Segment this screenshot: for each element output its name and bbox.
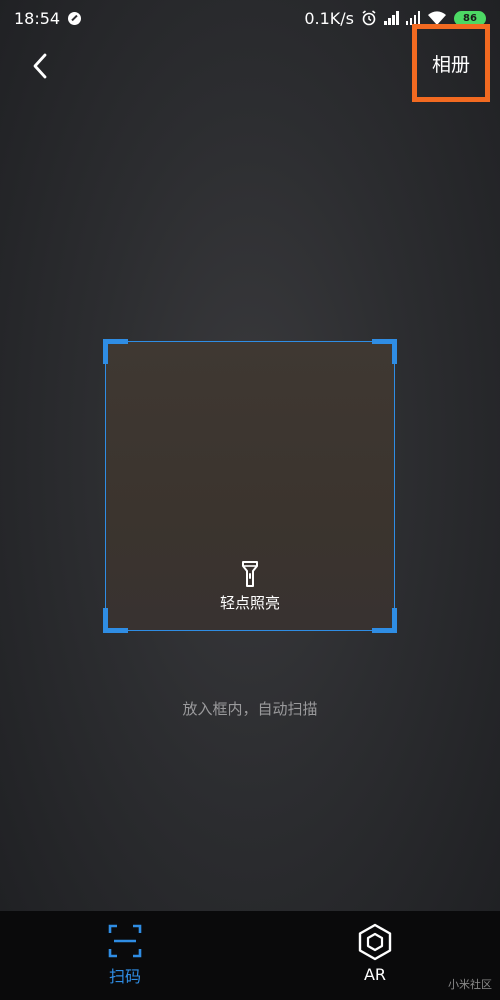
scan-corner-top-left bbox=[103, 339, 128, 364]
album-button[interactable]: 相册 bbox=[417, 29, 485, 97]
scan-hint: 放入框内，自动扫描 bbox=[182, 700, 318, 718]
signal-icon-2 bbox=[405, 11, 420, 25]
flashlight-label: 轻点照亮 bbox=[219, 594, 280, 612]
status-time: 18:54 bbox=[14, 8, 61, 28]
album-label: 相册 bbox=[431, 53, 470, 76]
scan-frame: 轻点照亮 bbox=[103, 339, 397, 633]
battery-level: 86 bbox=[463, 12, 477, 24]
flashlight-icon bbox=[242, 561, 258, 587]
watermark: 小米社区 bbox=[448, 978, 492, 991]
bottom-tab-bar: 扫码 AR bbox=[0, 911, 500, 1000]
flashlight-toggle[interactable]: 轻点照亮 bbox=[106, 560, 394, 613]
do-not-disturb-icon bbox=[68, 11, 82, 25]
tab-scan[interactable]: 扫码 bbox=[65, 923, 185, 987]
tab-scan-label: 扫码 bbox=[108, 967, 141, 986]
status-left: 18:54 bbox=[14, 8, 82, 28]
network-speed: 0.1K/s bbox=[304, 8, 354, 28]
scan-frame-icon bbox=[108, 924, 142, 958]
scan-corner-top-right bbox=[372, 339, 397, 364]
hexagon-icon bbox=[358, 923, 392, 961]
alarm-icon bbox=[362, 10, 376, 26]
signal-icon bbox=[384, 11, 399, 25]
tab-ar[interactable]: AR bbox=[315, 923, 435, 984]
tab-ar-label: AR bbox=[363, 965, 387, 984]
back-button[interactable] bbox=[22, 46, 58, 86]
chevron-left-icon bbox=[33, 53, 47, 79]
